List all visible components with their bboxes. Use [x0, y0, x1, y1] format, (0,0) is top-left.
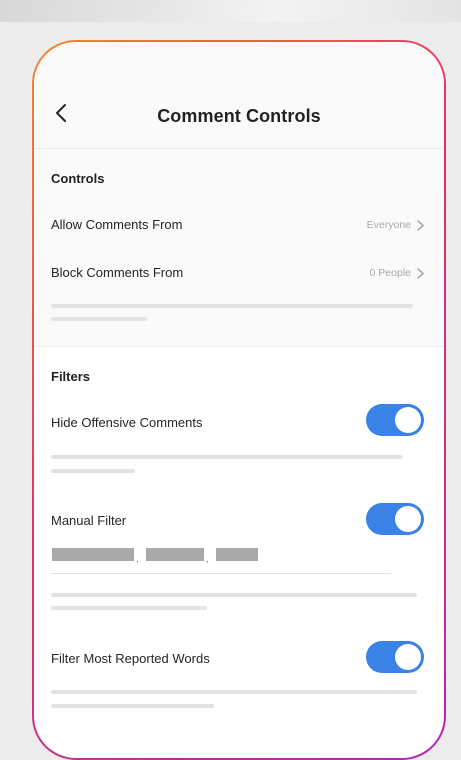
block-comments-value-text: 0 People: [369, 267, 411, 279]
keyword-separator: ,: [206, 554, 209, 565]
page-title: Comment Controls: [157, 106, 321, 126]
placeholder-text-line: [51, 469, 135, 473]
manual-filter-toggle[interactable]: [366, 503, 424, 535]
block-comments-label: Block Comments From: [51, 265, 184, 280]
keyword-chip: [216, 548, 258, 561]
toggle-knob: [395, 644, 421, 670]
controls-section: Controls Allow Comments From Everyone Bl…: [34, 149, 444, 347]
filter-reported-toggle[interactable]: [366, 641, 424, 673]
placeholder-text-line: [51, 606, 207, 610]
placeholder-text-line: [51, 317, 147, 321]
background-top: [0, 0, 461, 22]
filter-reported-label: Filter Most Reported Words: [51, 651, 210, 666]
keyword-separator: ,: [136, 554, 139, 565]
placeholder-text-line: [51, 593, 417, 597]
manual-filter-label: Manual Filter: [51, 513, 127, 528]
allow-comments-value[interactable]: Everyone: [367, 219, 424, 231]
phone-frame: Comment Controls Controls Allow Comments…: [32, 40, 446, 760]
block-comments-value[interactable]: 0 People: [370, 267, 424, 279]
section-title-controls: Controls: [51, 171, 105, 186]
keyword-chip: [146, 548, 204, 561]
hide-offensive-toggle[interactable]: [366, 404, 424, 436]
input-underline: [51, 573, 391, 574]
hide-offensive-label: Hide Offensive Comments: [51, 415, 203, 430]
toggle-knob: [395, 506, 421, 532]
placeholder-text-line: [51, 455, 403, 459]
keyword-chip: [52, 548, 134, 561]
placeholder-text-line: [51, 304, 413, 308]
placeholder-text-line: [51, 704, 214, 708]
chevron-right-icon: [417, 219, 424, 231]
phone-screen: Comment Controls Controls Allow Comments…: [34, 42, 444, 758]
toggle-knob: [395, 407, 421, 433]
allow-comments-label: Allow Comments From: [51, 217, 183, 232]
chevron-right-icon: [417, 267, 424, 279]
nav-header: Comment Controls: [34, 42, 444, 149]
placeholder-text-line: [51, 690, 417, 694]
section-title-filters: Filters: [51, 369, 91, 384]
allow-comments-value-text: Everyone: [366, 219, 411, 231]
